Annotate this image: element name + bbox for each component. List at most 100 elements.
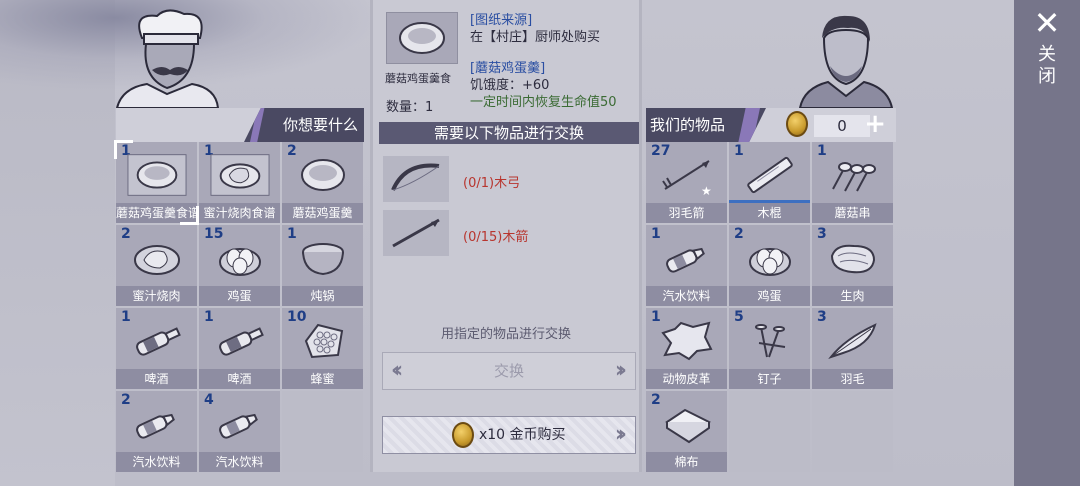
inventory-item-eggs[interactable]: 2 鸡蛋 bbox=[729, 225, 810, 306]
wood-stick-icon bbox=[740, 152, 800, 198]
eggs-icon bbox=[210, 235, 270, 281]
recipe-meat-icon bbox=[209, 152, 270, 198]
empty-slot bbox=[729, 391, 810, 472]
requirements-header: 需要以下物品进行交换 bbox=[379, 122, 639, 144]
svg-text:★: ★ bbox=[701, 184, 712, 197]
item-label: 蜜汁烧肉 bbox=[116, 286, 197, 306]
wants-item-beer-1[interactable]: 1 啤酒 bbox=[116, 308, 197, 389]
item-label: 汽水饮料 bbox=[116, 452, 197, 472]
arrow-icon bbox=[392, 218, 440, 248]
chevron-left-icon: ‹‹ bbox=[391, 358, 403, 383]
source-title: [图纸来源] bbox=[470, 13, 533, 28]
close-panel[interactable]: ✕ 关闭 bbox=[1014, 0, 1080, 486]
chevron-right-icon: ›› bbox=[614, 358, 627, 383]
wants-item-soda-1[interactable]: 2 汽水饮料 bbox=[116, 391, 197, 472]
soda-icon bbox=[657, 235, 717, 281]
mushroom-skewer-icon bbox=[823, 152, 883, 198]
inventory-item-mushroom-skewer[interactable]: 1 蘑菇串 bbox=[812, 142, 893, 223]
beer-icon bbox=[210, 318, 270, 364]
item-label: 鸡蛋 bbox=[729, 286, 810, 306]
close-label: 关闭 bbox=[1038, 44, 1056, 87]
wants-item-soup[interactable]: 2 蘑菇鸡蛋羹 bbox=[282, 142, 363, 223]
inventory-item-nails[interactable]: 5 钉子 bbox=[729, 308, 810, 389]
item-label: 钉子 bbox=[729, 369, 810, 389]
background-left bbox=[0, 0, 380, 486]
coin-balance: 0 + bbox=[786, 109, 894, 139]
wants-item-beer-2[interactable]: 1 啤酒 bbox=[199, 308, 280, 389]
inventory-grid: 27 ★ 羽毛箭 1 木棍 1 蘑菇串 1 汽水饮料 2 鸡蛋 3 生肉 1 动… bbox=[646, 142, 896, 472]
buy-label: x10 金币购买 bbox=[478, 427, 566, 443]
item-label: 啤酒 bbox=[116, 369, 197, 389]
roast-meat-icon bbox=[127, 235, 187, 281]
close-icon[interactable]: ✕ bbox=[1032, 7, 1062, 39]
item-label: 羽毛箭 bbox=[646, 203, 727, 223]
wants-header: 你想要什么 bbox=[116, 108, 364, 142]
item-label: 蜜汁烧肉食谱 bbox=[199, 203, 280, 223]
player-portrait bbox=[798, 15, 894, 108]
beer-icon bbox=[127, 318, 187, 364]
inventory-item-leather[interactable]: 1 动物皮革 bbox=[646, 308, 727, 389]
quantity-label: 数量：1 bbox=[386, 100, 434, 115]
recipe-name: 蘑菇鸡蛋羹食 bbox=[385, 72, 451, 85]
hunger-stat: 饥饿度：+60 bbox=[470, 78, 550, 93]
exchange-hint: 用指定的物品进行交换 bbox=[440, 327, 571, 342]
feather-arrow-icon: ★ bbox=[657, 152, 717, 198]
requirement-slot-bow[interactable] bbox=[383, 156, 449, 202]
item-label: 蘑菇串 bbox=[812, 203, 893, 223]
wants-item-recipe-soup[interactable]: 1 蘑菇鸡蛋羹食谱 bbox=[114, 140, 199, 225]
item-label: 蘑菇鸡蛋羹 bbox=[282, 203, 363, 223]
wants-title: 你想要什么 bbox=[244, 108, 364, 142]
wants-grid: 1 蘑菇鸡蛋羹食谱 1 蜜汁烧肉食谱 2 蘑菇鸡蛋羹 2 蜜汁烧肉 15 鸡蛋 … bbox=[114, 140, 366, 472]
requirement-text-arrow: (0/15)木箭 bbox=[463, 230, 529, 245]
item-label: 棉布 bbox=[646, 452, 727, 472]
item-info: [图纸来源] 在【村庄】厨师处购买 [蘑菇鸡蛋羹] 饥饿度：+60 一定时间内恢… bbox=[470, 12, 617, 111]
item-label: 木棍 bbox=[729, 203, 810, 223]
exchange-button[interactable]: ‹‹ 交换 ›› bbox=[382, 352, 636, 390]
chef-portrait bbox=[115, 9, 220, 108]
exchange-label: 交换 bbox=[493, 362, 524, 380]
item-label: 羽毛 bbox=[812, 369, 893, 389]
coin-amount: 0 bbox=[814, 115, 870, 137]
effect-text: 一定时间内恢复生命值50 bbox=[470, 95, 617, 110]
wants-item-roast-meat[interactable]: 2 蜜汁烧肉 bbox=[116, 225, 197, 306]
source-text: 在【村庄】厨师处购买 bbox=[470, 30, 601, 45]
requirement-text-bow: (0/1)木弓 bbox=[463, 176, 521, 191]
item-title: [蘑菇鸡蛋羹] bbox=[470, 61, 546, 76]
item-label: 炖锅 bbox=[282, 286, 363, 306]
requirement-slot-arrow[interactable] bbox=[383, 210, 449, 256]
recipe-thumbnail bbox=[386, 12, 458, 64]
inventory-item-feather[interactable]: 3 羽毛 bbox=[812, 308, 893, 389]
inventory-item-feather-arrow[interactable]: 27 ★ 羽毛箭 bbox=[646, 142, 727, 223]
item-count: 1 bbox=[121, 143, 131, 159]
item-label: 蜂蜜 bbox=[282, 369, 363, 389]
wants-item-recipe-meat[interactable]: 1 蜜汁烧肉食谱 bbox=[199, 142, 280, 223]
inventory-item-cloth[interactable]: 2 棉布 bbox=[646, 391, 727, 472]
nails-icon bbox=[740, 318, 800, 364]
detail-panel: 蘑菇鸡蛋羹食 数量：1 [图纸来源] 在【村庄】厨师处购买 [蘑菇鸡蛋羹] 饥饿… bbox=[370, 0, 642, 472]
wants-item-eggs[interactable]: 15 鸡蛋 bbox=[199, 225, 280, 306]
wants-item-soda-2[interactable]: 4 汽水饮料 bbox=[199, 391, 280, 472]
empty-slot bbox=[282, 391, 363, 472]
inventory-item-wood-stick[interactable]: 1 木棍 bbox=[729, 142, 810, 223]
recipe-bowl-icon bbox=[126, 152, 187, 198]
bow-icon bbox=[391, 163, 440, 191]
inventory-header: 我们的物品 0 + bbox=[646, 108, 896, 142]
add-coins-icon[interactable]: + bbox=[864, 109, 886, 139]
inventory-title: 我们的物品 bbox=[646, 108, 766, 142]
empty-slot bbox=[812, 391, 893, 472]
inventory-item-soda[interactable]: 1 汽水饮料 bbox=[646, 225, 727, 306]
soda-icon bbox=[210, 401, 270, 447]
leather-icon bbox=[657, 318, 717, 364]
chevron-right-icon: ›› bbox=[614, 422, 627, 447]
coin-icon bbox=[452, 422, 475, 448]
soda-icon bbox=[127, 401, 187, 447]
item-label: 鸡蛋 bbox=[199, 286, 280, 306]
buy-with-coins-button[interactable]: x10 金币购买 ›› bbox=[382, 416, 636, 454]
pot-icon bbox=[293, 235, 353, 281]
wants-item-honey[interactable]: 10 蜂蜜 bbox=[282, 308, 363, 389]
coin-icon bbox=[786, 111, 808, 137]
cloth-icon bbox=[657, 401, 717, 447]
wants-item-pot[interactable]: 1 炖锅 bbox=[282, 225, 363, 306]
inventory-item-raw-meat[interactable]: 3 生肉 bbox=[812, 225, 893, 306]
feather-icon bbox=[823, 318, 883, 364]
